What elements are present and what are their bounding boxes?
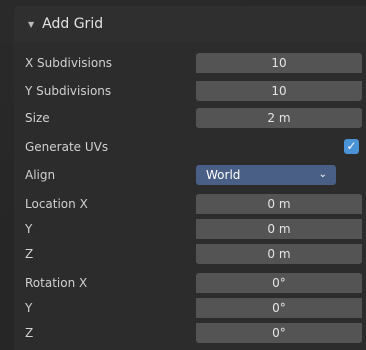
generate-uvs-label: Generate UVs	[25, 140, 109, 154]
y-subdivisions-field[interactable]: 10	[196, 81, 362, 101]
row-align: Align World ⌄	[14, 164, 366, 186]
panel-title: Add Grid	[42, 16, 104, 32]
generate-uvs-checkbox[interactable]: ✓	[344, 139, 359, 154]
chevron-down-icon: ⌄	[318, 169, 327, 180]
row-location-y: Y 0 m	[14, 218, 366, 240]
row-rotation-z: Z 0°	[14, 322, 366, 344]
size-label: Size	[25, 111, 50, 125]
rotation-x-field[interactable]: 0°	[196, 273, 362, 293]
redo-panel-add-grid: ▼ Add Grid X Subdivisions 10 Y Subdivisi…	[14, 6, 366, 350]
row-rotation-x: Rotation X 0°	[14, 272, 366, 294]
align-dropdown-value: World	[206, 168, 241, 182]
rotation-z-field[interactable]: 0°	[196, 323, 362, 343]
location-y-field[interactable]: 0 m	[196, 219, 362, 239]
panel-header[interactable]: ▼ Add Grid	[14, 6, 366, 42]
row-y-subdivisions: Y Subdivisions 10	[14, 80, 366, 102]
x-subdivisions-label: X Subdivisions	[25, 56, 113, 70]
align-label: Align	[25, 168, 56, 182]
rotation-y-label: Y	[25, 301, 33, 315]
row-size: Size 2 m	[14, 107, 366, 129]
location-z-label: Z	[25, 247, 34, 261]
row-location-x: Location X 0 m	[14, 193, 366, 215]
rotation-x-label: Rotation X	[25, 276, 88, 290]
location-z-field[interactable]: 0 m	[196, 244, 362, 264]
rotation-z-label: Z	[25, 326, 34, 340]
align-dropdown[interactable]: World ⌄	[196, 165, 336, 185]
location-x-field[interactable]: 0 m	[196, 194, 362, 214]
x-subdivisions-field[interactable]: 10	[196, 53, 362, 73]
y-subdivisions-label: Y Subdivisions	[25, 84, 112, 98]
row-location-z: Z 0 m	[14, 243, 366, 265]
row-rotation-y: Y 0°	[14, 297, 366, 319]
location-y-label: Y	[25, 222, 33, 236]
row-generate-uvs: Generate UVs ✓	[14, 136, 366, 158]
rotation-y-field[interactable]: 0°	[196, 298, 362, 318]
size-field[interactable]: 2 m	[196, 108, 362, 128]
disclosure-triangle-icon[interactable]: ▼	[28, 20, 34, 29]
row-x-subdivisions: X Subdivisions 10	[14, 52, 366, 74]
location-x-label: Location X	[25, 197, 88, 211]
